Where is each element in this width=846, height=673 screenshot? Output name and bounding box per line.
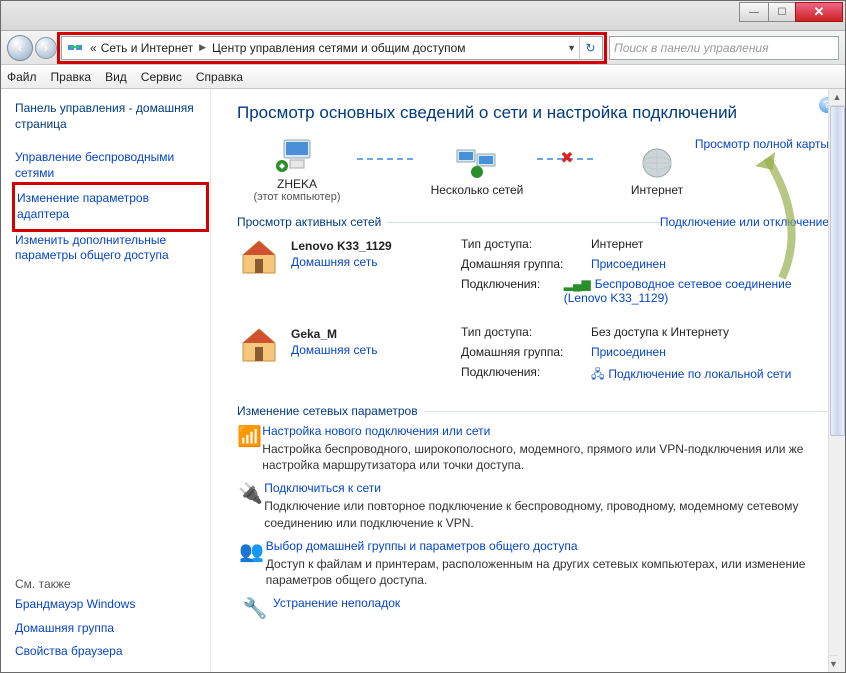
- node-label: Интернет: [597, 183, 717, 197]
- task-link[interactable]: Выбор домашней группы и параметров общег…: [266, 539, 578, 553]
- sidebar-sharing[interactable]: Изменить дополнительные параметры общего…: [15, 229, 206, 268]
- search-input[interactable]: Поиск в панели управления: [609, 36, 839, 60]
- address-bar[interactable]: « Сеть и Интернет ▶ Центр управления сет…: [61, 36, 603, 60]
- sidebar-wireless[interactable]: Управление беспроводными сетями: [15, 146, 206, 185]
- task-desc: Доступ к файлам и принтерам, расположенн…: [266, 556, 829, 588]
- sidebar-adapter[interactable]: Изменение параметров адаптера: [15, 185, 206, 228]
- label-connections: Подключения:: [461, 277, 564, 305]
- value-access: Интернет: [591, 237, 643, 251]
- value-access: Без доступа к Интернету: [591, 325, 729, 339]
- troubleshoot-icon: 🔧: [237, 596, 273, 621]
- breadcrumb-item[interactable]: Сеть и Интернет: [99, 41, 195, 55]
- sidebar-see-also-label: См. также: [15, 577, 206, 591]
- sidebar: Панель управления - домашняя страница Уп…: [1, 89, 211, 672]
- section-label: Просмотр активных сетей: [237, 215, 381, 229]
- network-map: ZHEKA (этот компьютер) Несколько сетей И…: [237, 133, 829, 209]
- task-link[interactable]: Подключиться к сети: [264, 481, 381, 495]
- connection-link[interactable]: Беспроводное сетевое соединение (Lenovo …: [564, 277, 792, 305]
- task-desc: Подключение или повторное подключение к …: [264, 498, 829, 530]
- breadcrumb-chevrons[interactable]: «: [88, 41, 99, 55]
- menu-tools[interactable]: Сервис: [141, 70, 182, 84]
- home-icon: [237, 235, 291, 309]
- chevron-right-icon: ▶: [195, 42, 210, 53]
- main-content: ? Просмотр основных сведений о сети и на…: [211, 89, 845, 672]
- task-new-connection[interactable]: 📶 Настройка нового подключения или сети Н…: [237, 424, 829, 473]
- homegroup-icon: 👥: [237, 539, 266, 588]
- section-label: Изменение сетевых параметров: [237, 404, 418, 418]
- label-homegroup: Домашняя группа:: [461, 345, 591, 359]
- network-type-link[interactable]: Домашняя сеть: [291, 343, 461, 357]
- menu-view[interactable]: Вид: [105, 70, 127, 84]
- task-desc: Настройка беспроводного, широкополосного…: [262, 441, 829, 473]
- label-access: Тип доступа:: [461, 237, 591, 251]
- sidebar-homegroup[interactable]: Домашняя группа: [15, 617, 206, 641]
- forward-button[interactable]: ›: [35, 37, 57, 59]
- page-title: Просмотр основных сведений о сети и наст…: [237, 103, 829, 123]
- node-sub: (этот компьютер): [237, 191, 357, 203]
- wifi-icon: ▂▄▆: [564, 277, 591, 291]
- connect-icon: 🔌: [237, 481, 264, 530]
- menu-help[interactable]: Справка: [196, 70, 243, 84]
- back-button[interactable]: ‹: [7, 35, 33, 61]
- full-map-link[interactable]: Просмотр полной карты: [695, 137, 829, 151]
- location-icon: [66, 39, 84, 57]
- scroll-up-button[interactable]: ▲: [829, 89, 845, 106]
- task-link[interactable]: Настройка нового подключения или сети: [262, 424, 490, 438]
- homegroup-link[interactable]: Присоединен: [591, 345, 666, 359]
- scroll-down-button[interactable]: ▼: [829, 655, 838, 672]
- menu-file[interactable]: Файл: [7, 70, 37, 84]
- node-multi[interactable]: Несколько сетей: [417, 143, 537, 197]
- label-access: Тип доступа:: [461, 325, 591, 339]
- task-connect[interactable]: 🔌 Подключиться к сети Подключение или пов…: [237, 481, 829, 530]
- maximize-button[interactable]: ☐: [768, 2, 796, 22]
- ethernet-icon: 🖧: [591, 367, 604, 381]
- sidebar-browser[interactable]: Свойства браузера: [15, 640, 206, 664]
- computer-icon: [237, 137, 357, 177]
- node-label: ZHEKA: [237, 177, 357, 191]
- wizard-icon: 📶: [237, 424, 262, 473]
- network-name: Lenovo K33_1129: [291, 239, 392, 253]
- connection-line-broken: [537, 158, 597, 160]
- connect-disconnect-link[interactable]: Подключение или отключение: [660, 215, 829, 229]
- menu-edit[interactable]: Правка: [51, 70, 92, 84]
- label-homegroup: Домашняя группа:: [461, 257, 591, 271]
- close-button[interactable]: ✕: [795, 2, 843, 22]
- sidebar-firewall[interactable]: Брандмауэр Windows: [15, 593, 206, 617]
- label-connections: Подключения:: [461, 365, 591, 386]
- node-this-pc[interactable]: ZHEKA (этот компьютер): [237, 137, 357, 203]
- task-homegroup[interactable]: 👥 Выбор домашней группы и параметров общ…: [237, 539, 829, 588]
- window: — ☐ ✕ ‹ › « Сеть и Интернет ▶ Центр упра…: [0, 0, 846, 673]
- network-type-link[interactable]: Домашняя сеть: [291, 255, 461, 269]
- node-internet[interactable]: Интернет: [597, 143, 717, 197]
- scrollbar[interactable]: ▲ ▼: [828, 89, 845, 672]
- titlebar: — ☐ ✕: [1, 1, 845, 31]
- dropdown-icon[interactable]: ▼: [567, 43, 576, 53]
- node-label: Несколько сетей: [417, 183, 537, 197]
- network-block: Geka_M Домашняя сеть Тип доступа:Без дос…: [237, 323, 829, 390]
- task-link[interactable]: Устранение неполадок: [273, 596, 400, 610]
- network-name: Geka_M: [291, 327, 337, 341]
- scroll-thumb[interactable]: [830, 106, 845, 436]
- refresh-button[interactable]: ↻: [579, 37, 601, 59]
- connection-link[interactable]: Подключение по локальной сети: [608, 367, 791, 381]
- task-troubleshoot[interactable]: 🔧 Устранение неполадок: [237, 596, 829, 621]
- connection-line: [357, 158, 417, 160]
- menu-bar: Файл Правка Вид Сервис Справка: [1, 65, 845, 89]
- homegroup-link[interactable]: Присоединен: [591, 257, 666, 271]
- network-icon: [417, 143, 537, 183]
- settings-header: Изменение сетевых параметров: [237, 404, 829, 418]
- breadcrumb-item[interactable]: Центр управления сетями и общим доступом: [210, 41, 468, 55]
- sidebar-home[interactable]: Панель управления - домашняя страница: [15, 97, 206, 136]
- home-icon: [237, 323, 291, 390]
- nav-row: ‹ › « Сеть и Интернет ▶ Центр управления…: [1, 31, 845, 65]
- network-block: Lenovo K33_1129 Домашняя сеть Тип доступ…: [237, 235, 829, 309]
- minimize-button[interactable]: —: [739, 2, 769, 22]
- active-networks-header: Просмотр активных сетей Подключение или …: [237, 215, 829, 229]
